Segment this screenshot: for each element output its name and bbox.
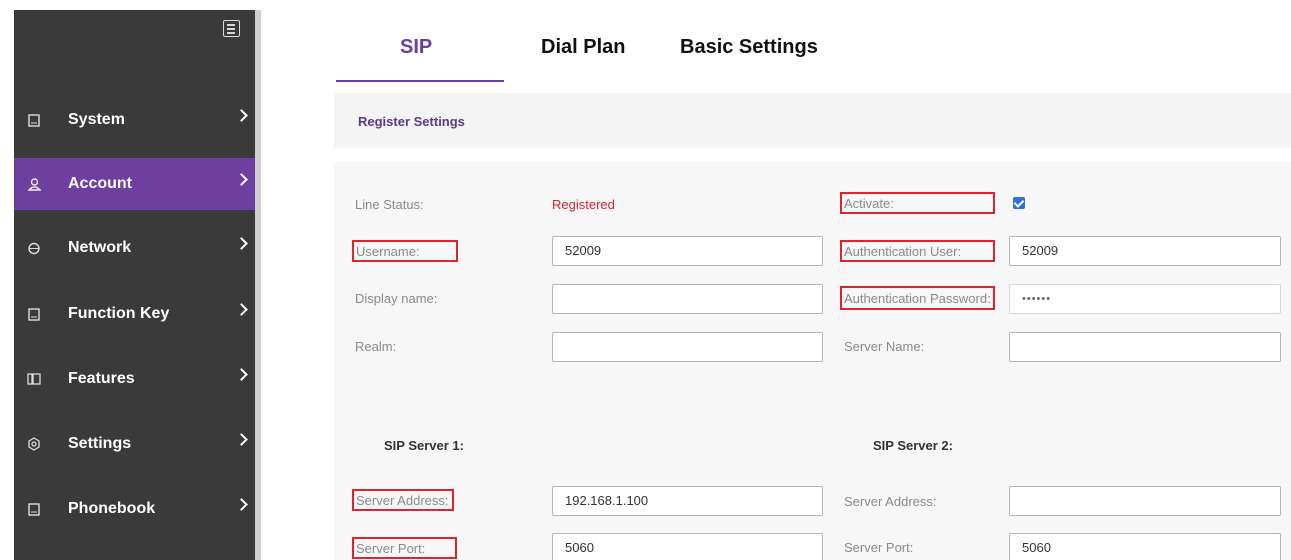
server-name-field[interactable] xyxy=(1009,332,1281,362)
document-icon xyxy=(27,307,41,321)
tab-sip[interactable]: SIP xyxy=(400,36,432,59)
chevron-right-icon xyxy=(235,498,248,511)
sidebar-item-account[interactable]: Account xyxy=(14,158,255,210)
sidebar-item-label: Account xyxy=(68,175,132,192)
activate-label: Activate: xyxy=(840,192,995,214)
realm-label: Realm: xyxy=(355,339,397,354)
collapse-menu-icon[interactable] xyxy=(223,20,240,37)
sidebar-item-features[interactable]: Features xyxy=(14,353,255,405)
server-1-port-label: Server Port: xyxy=(352,537,457,559)
document-icon xyxy=(27,502,41,516)
sidebar-item-settings[interactable]: Settings xyxy=(14,418,255,470)
server-1-address-field[interactable]: 192.168.1.100 xyxy=(552,486,823,516)
sidebar-item-label: System xyxy=(68,111,125,128)
sidebar-item-label: Function Key xyxy=(68,305,170,322)
sidebar-item-network[interactable]: Network xyxy=(14,222,255,274)
sidebar-scrollbar[interactable] xyxy=(255,10,261,560)
features-icon xyxy=(27,372,41,386)
active-tab-indicator xyxy=(336,80,504,82)
tab-basic-settings[interactable]: Basic Settings xyxy=(680,36,818,59)
auth-password-label: Authentication Password: xyxy=(840,286,995,310)
sidebar-item-function-key[interactable]: Function Key xyxy=(14,288,255,340)
sidebar-item-label: Settings xyxy=(68,435,132,452)
chevron-right-icon xyxy=(235,237,248,250)
auth-user-field[interactable]: 52009 xyxy=(1009,236,1281,266)
sip-server-1-title: SIP Server 1: xyxy=(384,438,464,453)
server-1-address-label: Server Address: xyxy=(352,489,454,511)
chevron-right-icon xyxy=(235,303,248,316)
realm-field[interactable] xyxy=(552,332,823,362)
gear-icon xyxy=(27,437,41,451)
chevron-right-icon xyxy=(235,433,248,446)
activate-checkbox[interactable] xyxy=(1013,197,1025,209)
auth-user-label: Authentication User: xyxy=(840,240,995,262)
chevron-right-icon xyxy=(235,109,248,122)
sidebar-item-label: Features xyxy=(68,370,135,387)
sidebar-item-label: Phonebook xyxy=(68,500,156,517)
server-2-port-label: Server Port: xyxy=(844,540,914,555)
server-2-address-label: Server Address: xyxy=(844,494,937,509)
chevron-right-icon xyxy=(235,368,248,381)
line-status-label: Line Status: xyxy=(355,197,424,212)
user-icon xyxy=(27,177,41,191)
line-status-value: Registered xyxy=(552,197,615,212)
sidebar-item-label: Network xyxy=(68,239,132,256)
display-name-label: Display name: xyxy=(355,291,438,306)
document-icon xyxy=(27,113,41,127)
username-field[interactable]: 52009 xyxy=(552,236,823,266)
globe-icon xyxy=(27,241,41,255)
server-2-port-field[interactable]: 5060 xyxy=(1009,533,1281,560)
section-title: Register Settings xyxy=(358,114,465,129)
sidebar-item-system[interactable]: System xyxy=(14,94,255,146)
auth-password-field[interactable]: •••••• xyxy=(1009,284,1281,314)
chevron-right-icon xyxy=(235,173,248,186)
server-1-port-field[interactable]: 5060 xyxy=(552,533,823,560)
sidebar-item-phonebook[interactable]: Phonebook xyxy=(14,483,255,535)
server-name-label: Server Name: xyxy=(844,339,925,354)
register-settings-header: Register Settings xyxy=(334,93,1291,148)
tab-dial-plan[interactable]: Dial Plan xyxy=(541,36,625,59)
sip-server-2-title: SIP Server 2: xyxy=(873,438,953,453)
display-name-field[interactable] xyxy=(552,284,823,314)
username-label: Username: xyxy=(352,240,458,262)
sidebar xyxy=(14,10,255,560)
server-2-address-field[interactable] xyxy=(1009,486,1281,516)
